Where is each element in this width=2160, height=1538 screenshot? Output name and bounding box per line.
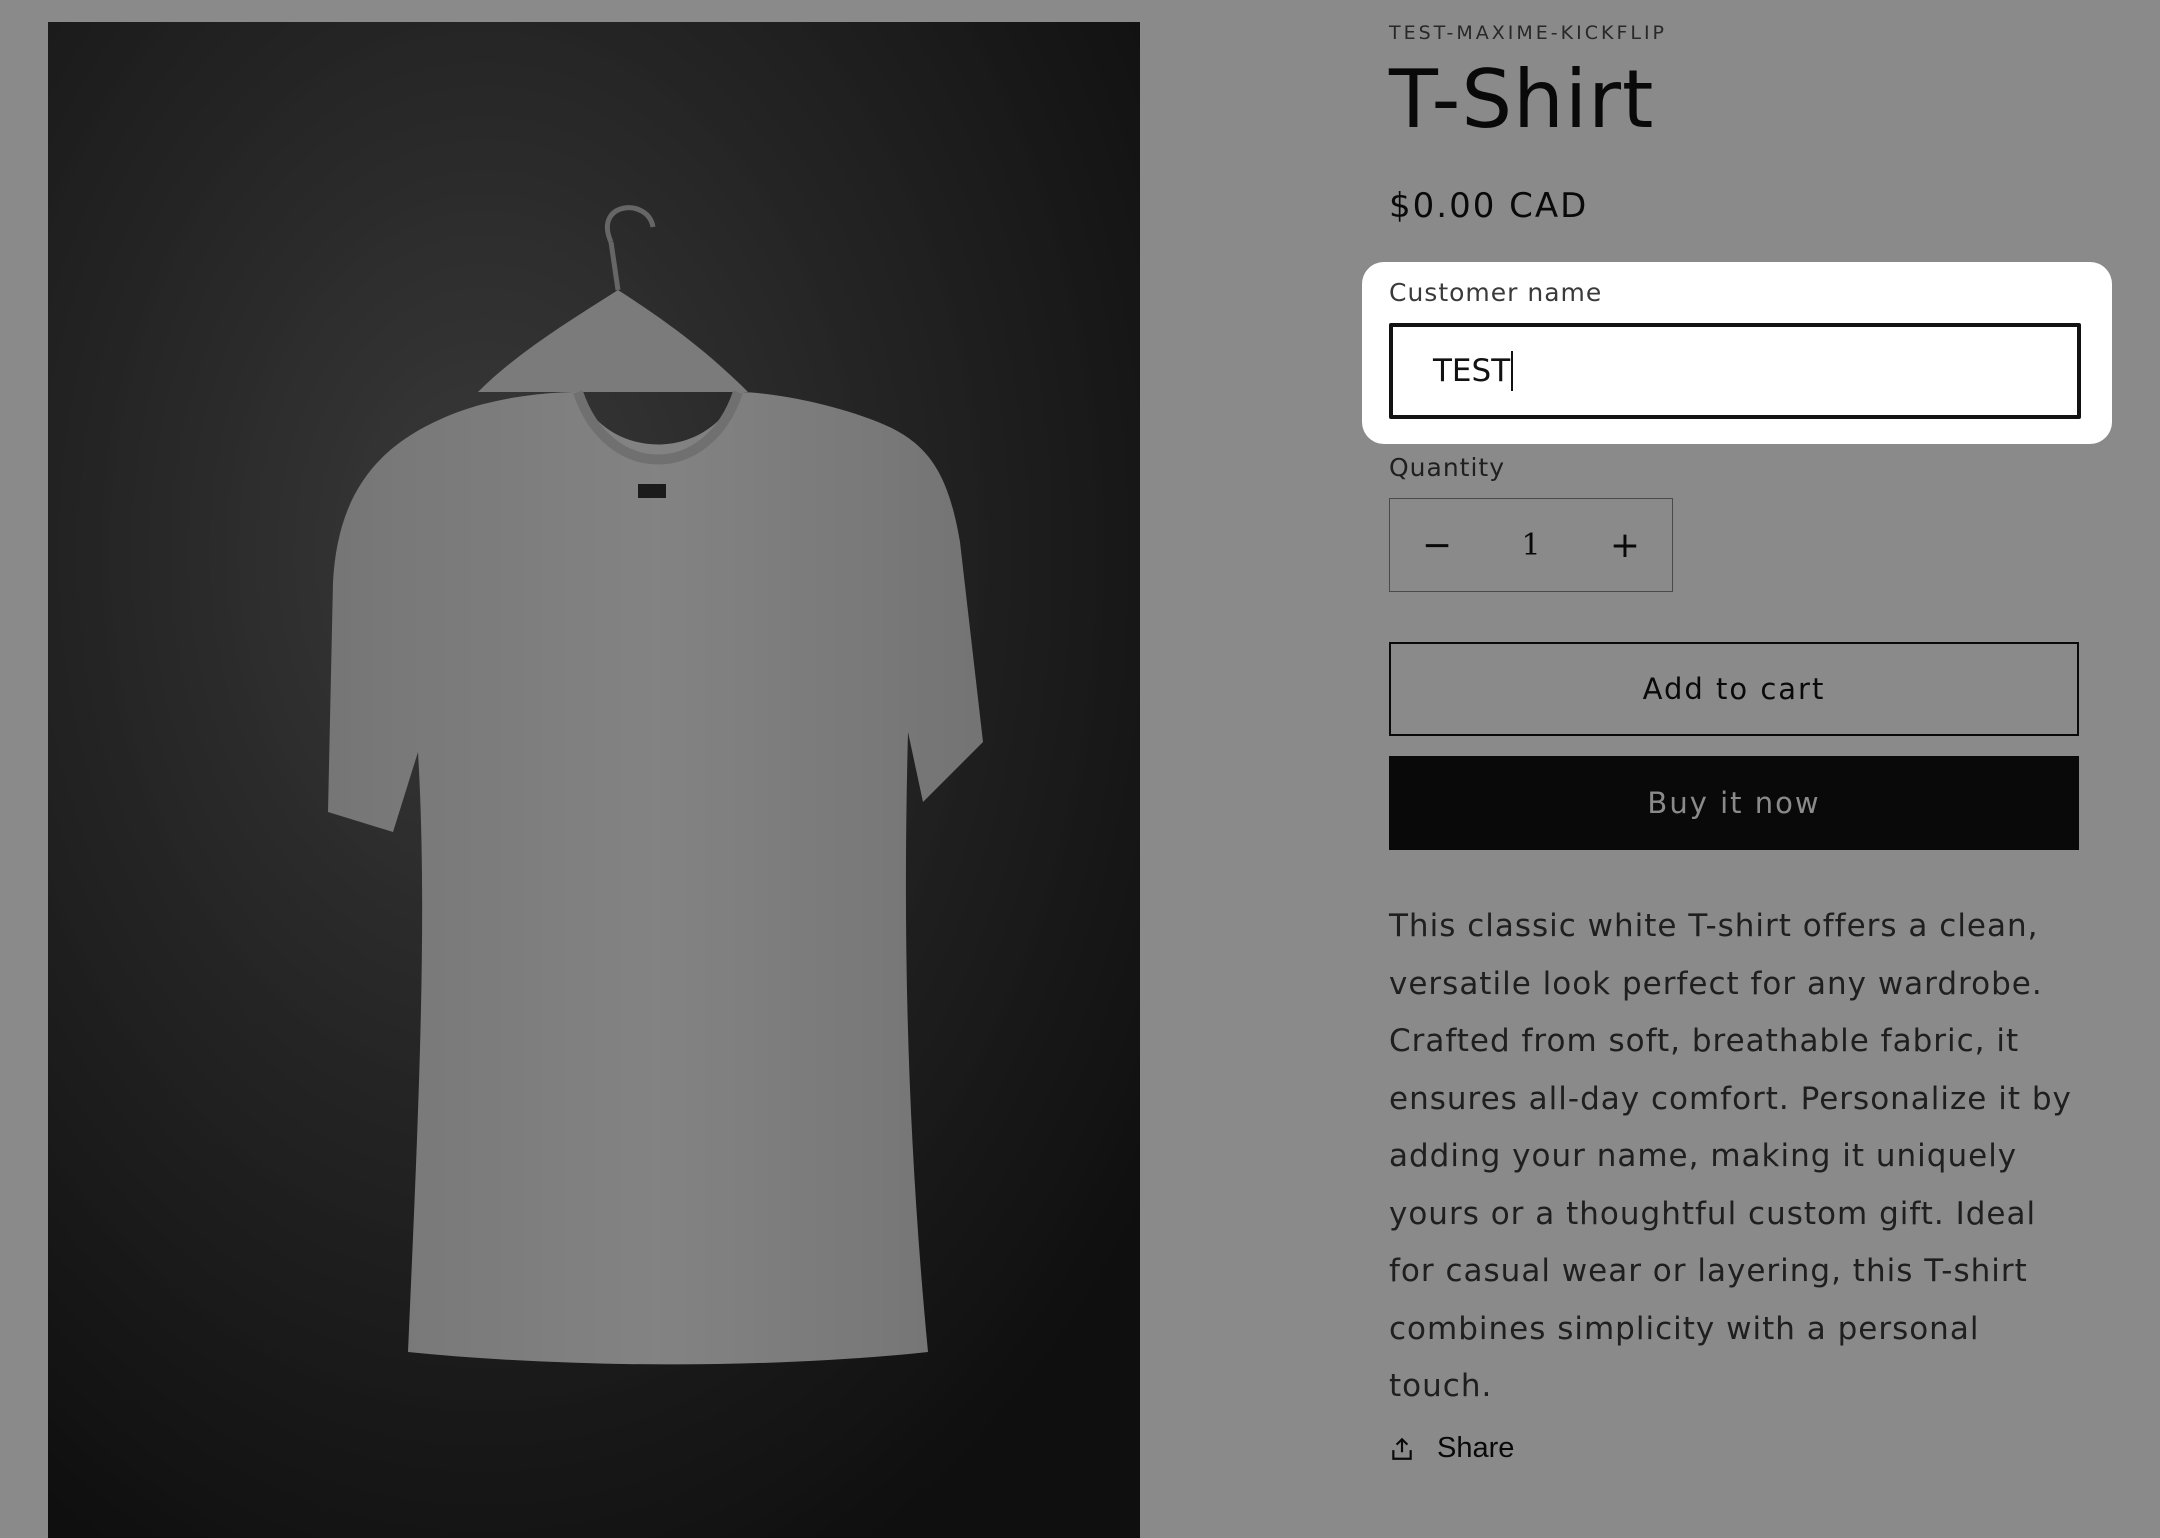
product-description: This classic white T-shirt offers a clea… bbox=[1389, 908, 2072, 1404]
add-to-cart-button[interactable]: Add to cart bbox=[1389, 642, 2079, 736]
buy-now-button[interactable]: Buy it now bbox=[1389, 756, 2079, 850]
customer-name-input[interactable]: TEST bbox=[1389, 323, 2081, 419]
quantity-decrease-button[interactable]: − bbox=[1390, 499, 1484, 591]
product-image[interactable] bbox=[48, 22, 1140, 1538]
text-caret bbox=[1511, 351, 1514, 391]
quantity-increase-button[interactable]: + bbox=[1578, 499, 1672, 591]
customer-name-spotlight: Customer name TEST bbox=[1362, 262, 2112, 444]
quantity-stepper: − 1 + bbox=[1389, 498, 1673, 592]
share-label: Share bbox=[1437, 1432, 1515, 1464]
product-price: $0.00 CAD bbox=[1389, 186, 1589, 226]
product-title: T-Shirt bbox=[1389, 53, 1655, 146]
share-button[interactable]: Share bbox=[1389, 1432, 1514, 1465]
product-vendor: TEST-MAXIME-KICKFLIP bbox=[1389, 22, 1668, 44]
customer-name-label-highlighted: Customer name bbox=[1389, 278, 1603, 307]
customer-name-value: TEST bbox=[1433, 353, 1511, 389]
share-icon bbox=[1392, 1437, 1412, 1460]
quantity-label: Quantity bbox=[1389, 453, 1506, 482]
quantity-value[interactable]: 1 bbox=[1484, 528, 1578, 563]
product-page: TEST-MAXIME-KICKFLIP T-Shirt $0.00 CAD C… bbox=[0, 0, 2160, 1538]
tshirt-image bbox=[48, 22, 1140, 1538]
